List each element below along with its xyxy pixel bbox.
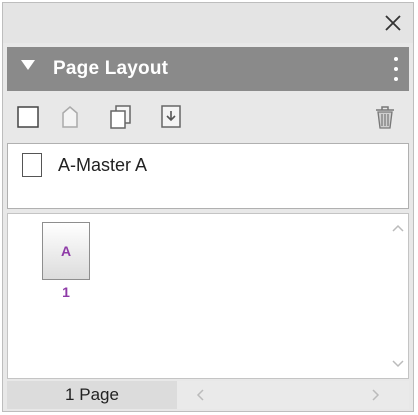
master-page-thumbnail [22, 153, 42, 177]
panel-title: Page Layout [53, 58, 169, 79]
new-master-icon[interactable] [57, 103, 85, 131]
move-page-icon[interactable] [157, 103, 185, 131]
page-number-label: 1 [62, 284, 70, 300]
scroll-left-icon [196, 389, 204, 401]
masters-list: A-Master A [7, 143, 409, 209]
new-page-icon[interactable] [15, 103, 43, 131]
duplicate-icon[interactable] [107, 103, 135, 131]
page-layout-panel: Page Layout A-Master A A 1 1 Page [2, 2, 414, 412]
scroll-right-icon [372, 389, 380, 401]
panel-header[interactable]: Page Layout [7, 47, 409, 91]
panel-toolbar [7, 93, 409, 141]
master-item-a-master[interactable]: A-Master A [22, 152, 147, 178]
collapse-triangle-icon[interactable] [21, 60, 35, 70]
panel-top-bar [3, 3, 413, 43]
panel-menu-icon[interactable] [393, 57, 399, 81]
master-label: A-Master A [58, 154, 148, 175]
page-thumbnail[interactable]: A [42, 222, 90, 280]
pages-list: A 1 [7, 213, 409, 379]
close-icon[interactable] [383, 13, 403, 33]
scroll-down-icon [392, 360, 404, 368]
vertical-scrollbar[interactable] [390, 218, 406, 374]
status-bar: 1 Page [7, 381, 409, 409]
page-master-prefix: A [60, 243, 72, 259]
scroll-up-icon [392, 224, 404, 232]
page-count-status: 1 Page [7, 381, 177, 409]
horizontal-scrollbar[interactable] [183, 381, 393, 409]
trash-icon[interactable] [371, 103, 399, 131]
